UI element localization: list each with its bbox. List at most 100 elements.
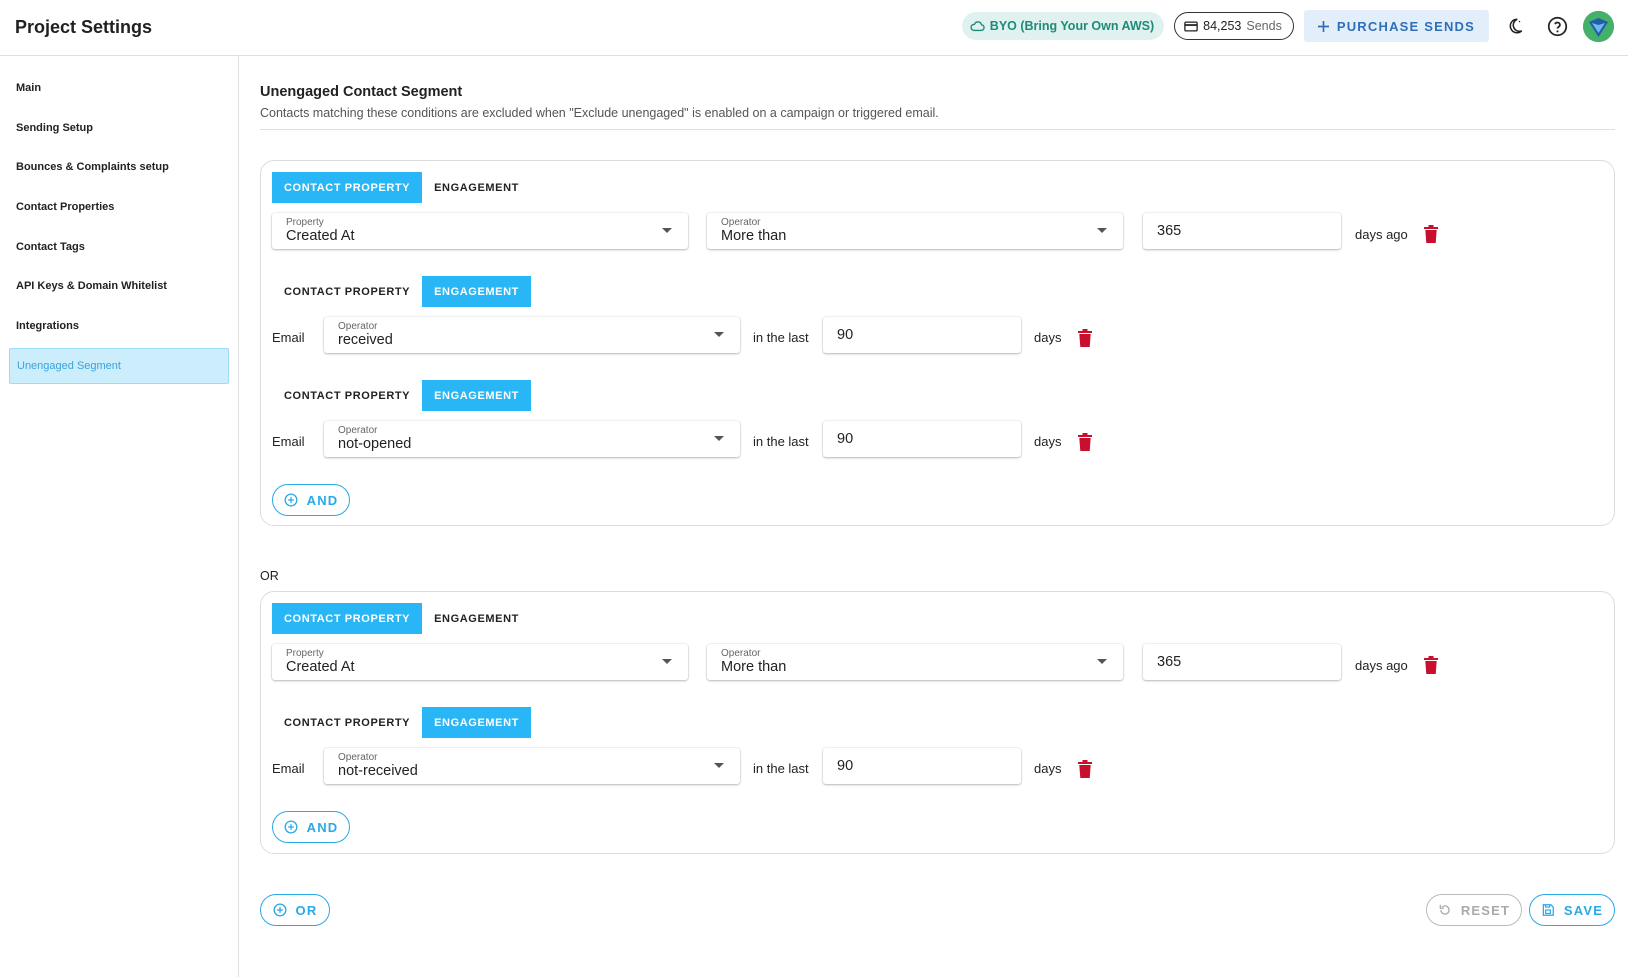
help-icon [1547, 16, 1567, 36]
sends-chip[interactable]: 84,253 Sends [1174, 12, 1294, 40]
byo-chip[interactable]: BYO (Bring Your Own AWS) [961, 12, 1165, 40]
sidebar-item-label: Integrations [16, 320, 79, 333]
sidebar-item-sending-setup[interactable]: Sending Setup [9, 110, 229, 146]
operator-select-label: Operator [721, 648, 761, 659]
operator-select[interactable]: Operator More than [707, 213, 1123, 249]
days-value-input[interactable]: 90 [823, 421, 1021, 457]
sidebar-item-label: Main [16, 82, 42, 94]
sidebar-item-bounces-complaints[interactable]: Bounces & Complaints setup [9, 149, 229, 185]
avatar-icon [1583, 10, 1614, 42]
tab-contact-property[interactable]: CONTACT PROPERTY [272, 603, 423, 634]
header-actions: BYO (Bring Your Own AWS) 84,253 Sends PU… [961, 10, 1614, 42]
sidebar-item-api-keys[interactable]: API Keys & Domain Whitelist [9, 268, 229, 304]
add-circle-icon [284, 820, 298, 834]
condition-group: CONTACT PROPERTY ENGAGEMENT Property Cre… [260, 160, 1615, 526]
moon-icon [1509, 18, 1523, 34]
credit-card-icon [1184, 20, 1198, 32]
days-label: days [1034, 330, 1062, 345]
tab-engagement[interactable]: ENGAGEMENT [422, 380, 531, 411]
theme-toggle-button[interactable] [1499, 10, 1531, 42]
in-the-last-label: in the last [753, 761, 809, 776]
sidebar-item-label: Contact Properties [16, 201, 115, 214]
purchase-sends-label: PURCHASE SENDS [1336, 18, 1475, 34]
sidebar-item-unengaged-segment[interactable]: Unengaged Segment [9, 347, 229, 384]
caret-down-icon [1097, 659, 1107, 664]
sidebar-item-label: Sending Setup [16, 121, 93, 134]
in-the-last-label: in the last [753, 434, 809, 449]
reset-button-label: RESET [1460, 902, 1511, 918]
in-the-last-label: in the last [753, 330, 809, 345]
tab-engagement[interactable]: ENGAGEMENT [422, 603, 531, 634]
operator-select[interactable]: Operator More than [707, 644, 1123, 680]
sidebar-item-label: API Keys & Domain Whitelist [16, 280, 167, 293]
sidebar-item-integrations[interactable]: Integrations [9, 308, 229, 344]
add-or-group-button[interactable]: OR [260, 894, 330, 926]
reset-icon [1439, 904, 1450, 915]
tab-contact-property[interactable]: CONTACT PROPERTY [272, 380, 422, 411]
operator-select-value: not-opened [338, 436, 412, 452]
delete-condition-icon[interactable] [1423, 656, 1439, 674]
sends-unit: Sends [1246, 19, 1282, 33]
operator-select[interactable]: Operator received [324, 317, 740, 353]
page-title: Project Settings [15, 17, 153, 37]
user-avatar[interactable] [1583, 10, 1614, 42]
caret-down-icon [1097, 228, 1107, 233]
email-label: Email [272, 761, 305, 776]
property-select-value: Created At [286, 659, 355, 675]
operator-select[interactable]: Operator not-received [324, 748, 740, 784]
days-ago-label: days ago [1355, 227, 1408, 242]
tab-engagement[interactable]: ENGAGEMENT [422, 276, 531, 307]
operator-select[interactable]: Operator not-opened [324, 421, 740, 457]
tab-contact-property[interactable]: CONTACT PROPERTY [272, 276, 422, 307]
property-select-label: Property [286, 648, 324, 659]
days-value-input[interactable]: 90 [823, 748, 1021, 784]
sidebar-item-contact-properties[interactable]: Contact Properties [9, 189, 229, 225]
add-and-condition-button[interactable]: AND [272, 811, 350, 843]
reset-button[interactable]: RESET [1426, 894, 1522, 926]
save-button-label: SAVE [1563, 902, 1604, 918]
delete-condition-icon[interactable] [1077, 433, 1093, 451]
operator-select-label: Operator [338, 321, 378, 332]
sends-count: 84,253 [1203, 19, 1242, 33]
operator-select-label: Operator [338, 752, 378, 763]
delete-condition-icon[interactable] [1423, 225, 1439, 243]
cloud-icon [970, 21, 985, 32]
add-and-condition-button[interactable]: AND [272, 484, 350, 516]
plus-icon [1317, 20, 1329, 32]
and-button-label: AND [306, 819, 339, 835]
delete-condition-icon[interactable] [1077, 329, 1093, 347]
tab-contact-property[interactable]: CONTACT PROPERTY [272, 707, 422, 738]
tab-engagement[interactable]: ENGAGEMENT [422, 172, 531, 203]
section-title: Unengaged Contact Segment [260, 84, 463, 100]
days-label: days [1034, 434, 1062, 449]
days-value-input[interactable]: 90 [823, 317, 1021, 353]
section-description: Contacts matching these conditions are e… [260, 106, 939, 120]
delete-condition-icon[interactable] [1077, 760, 1093, 778]
property-select-label: Property [286, 217, 324, 228]
byo-label: BYO (Bring Your Own AWS) [989, 19, 1155, 33]
settings-sidebar: Main Sending Setup Bounces & Complaints … [0, 56, 239, 977]
condition-type-tabs: CONTACT PROPERTY ENGAGEMENT [272, 380, 531, 411]
days-value-input[interactable]: 365 [1143, 213, 1341, 249]
add-circle-icon [284, 493, 298, 507]
days-value-input[interactable]: 365 [1143, 644, 1341, 680]
and-button-label: AND [306, 492, 339, 508]
email-label: Email [272, 434, 305, 449]
email-label: Email [272, 330, 305, 345]
property-select[interactable]: Property Created At [272, 644, 688, 680]
tab-contact-property[interactable]: CONTACT PROPERTY [272, 172, 423, 203]
or-separator: OR [260, 569, 279, 583]
property-select[interactable]: Property Created At [272, 213, 688, 249]
days-label: days [1034, 761, 1062, 776]
operator-select-value: received [338, 332, 393, 348]
save-button[interactable]: SAVE [1529, 894, 1615, 926]
purchase-sends-button[interactable]: PURCHASE SENDS [1303, 10, 1489, 42]
section-divider [260, 129, 1615, 130]
sidebar-item-main[interactable]: Main [9, 70, 229, 106]
help-button[interactable] [1541, 10, 1573, 42]
save-icon [1542, 904, 1554, 916]
sidebar-item-contact-tags[interactable]: Contact Tags [9, 229, 229, 265]
tab-engagement[interactable]: ENGAGEMENT [422, 707, 531, 738]
or-button-label: OR [295, 902, 318, 918]
days-ago-label: days ago [1355, 658, 1408, 673]
